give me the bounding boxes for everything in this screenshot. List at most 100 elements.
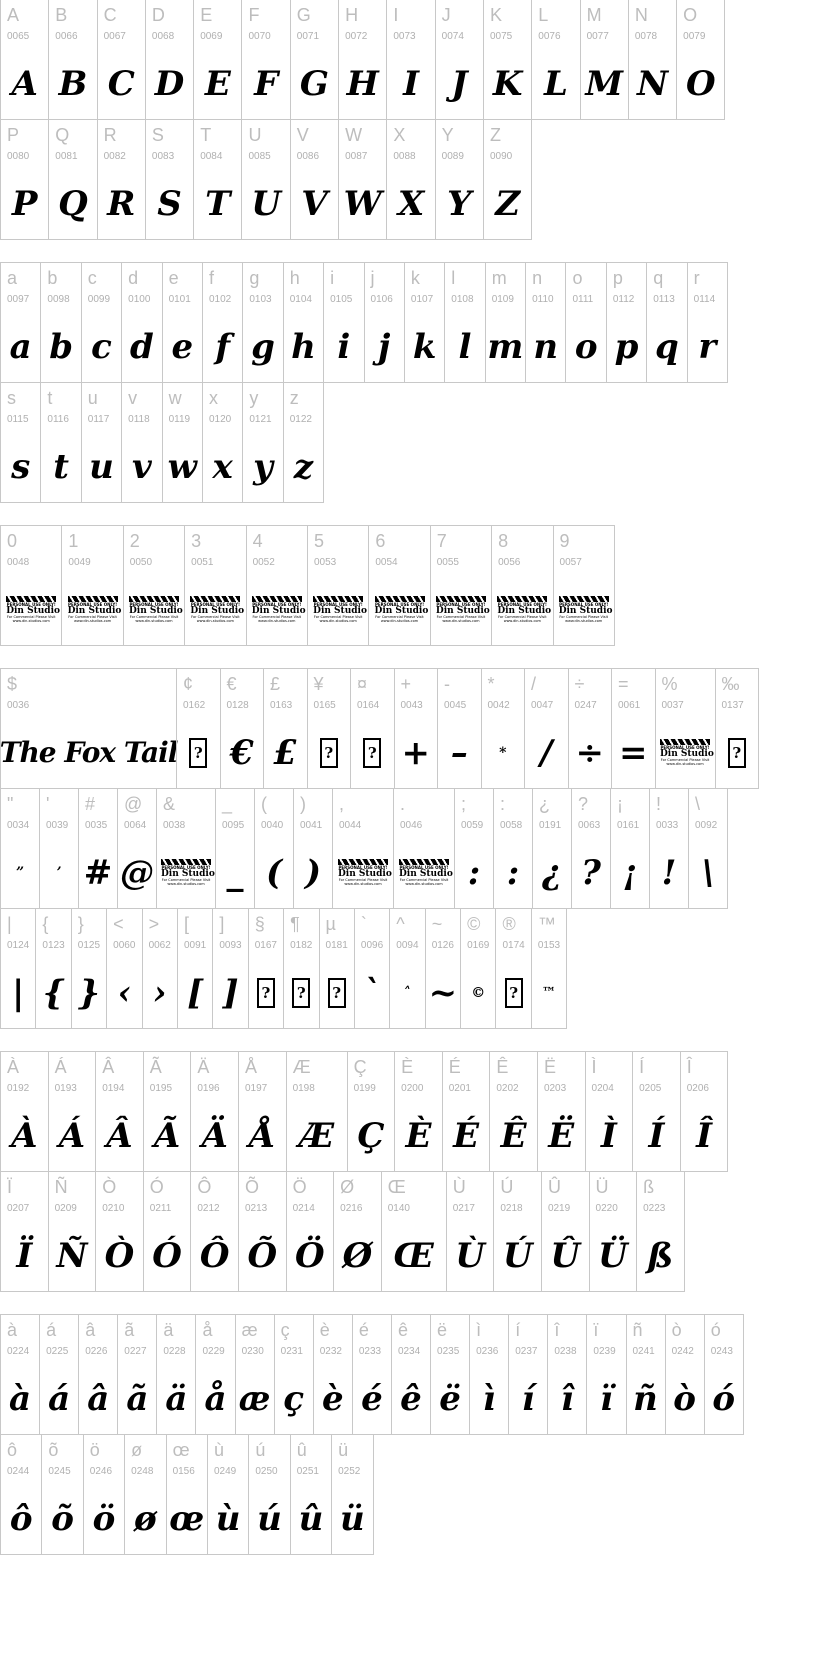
glyph-cell[interactable]: ÷ 0247 ÷ [567,668,612,789]
glyph-cell[interactable]: @0064 @ [117,788,157,909]
glyph-cell[interactable]: ® 0174? [495,908,532,1029]
glyph-cell[interactable]: ? 0063? [571,788,611,909]
glyph-cell[interactable]: ~0126 ~ [424,908,462,1029]
glyph-cell[interactable]: Ò 0210 Ò [95,1171,144,1292]
glyph-cell[interactable]: Û 0219 Û [540,1171,590,1292]
glyph-cell[interactable]: Ü 0220 Ü [588,1171,638,1292]
glyph-cell[interactable]: o 0111 o [565,262,607,383]
glyph-cell[interactable]: ô 0244 ô [0,1434,43,1555]
glyph-cell[interactable]: ü 0252 ü [331,1434,374,1555]
glyph-cell[interactable]: e 0101 e [161,262,203,383]
glyph-cell[interactable]: Ô 0212 Ô [190,1171,239,1292]
glyph-cell[interactable]: D 0068 D [144,0,195,120]
glyph-cell[interactable]: a 0097 a [0,262,42,383]
glyph-cell[interactable]: h 0104 h [282,262,325,383]
glyph-cell[interactable]: Ù 0217 Ù [445,1171,495,1292]
glyph-cell[interactable]: ç 0231 ç [273,1314,314,1435]
glyph-cell[interactable]: " 0034 ” [0,788,40,909]
glyph-cell[interactable]: ê 0234 ê [390,1314,432,1435]
glyph-cell[interactable]: û 0251 û [289,1434,333,1555]
glyph-cell[interactable]: L 0076 L [531,0,581,120]
glyph-cell[interactable]: 5 0053 PERSONAL USE ONLY! Din Studio For Com… [306,525,370,646]
glyph-cell[interactable]: Î 0206 Î [679,1051,729,1172]
glyph-cell[interactable]: O 0079 O [676,0,726,120]
glyph-cell[interactable]: / 0047 / [524,668,569,789]
glyph-cell[interactable]: 4 0052 PERSONAL USE ONLY! Din Studio For Com… [245,525,308,646]
glyph-cell[interactable]: * 0042 * [480,668,525,789]
glyph-cell[interactable]: ¤ 0164? [350,668,395,789]
glyph-cell[interactable]: M 0077 M [579,0,629,120]
glyph-cell[interactable]: P 0080 P [0,119,50,240]
glyph-cell[interactable]: ì 0236 ì [469,1314,510,1435]
glyph-cell[interactable]: Œ 0140 Œ [380,1171,447,1292]
glyph-cell[interactable]: V 0086 V [289,119,340,240]
glyph-cell[interactable]: s 0115 s [0,382,42,503]
glyph-cell[interactable]: ¶ 0182? [283,908,320,1029]
glyph-cell[interactable]: % 0037 PERSONAL USE ONLY! Din Studio For Com… [654,668,716,789]
glyph-cell[interactable]: 1 0049 PERSONAL USE ONLY! Din Studio For Com… [61,525,124,646]
glyph-cell[interactable]: x 0120 x [201,382,244,503]
glyph-cell[interactable]: S 0083 S [144,119,195,240]
glyph-cell[interactable]: ; 0059: [454,788,494,909]
glyph-cell[interactable]: œ 0156 œ [165,1434,208,1555]
glyph-cell[interactable]: n 0110 n [525,262,567,383]
glyph-cell[interactable]: 9 0057 PERSONAL USE ONLY! Din Studio For Com… [552,525,615,646]
glyph-cell[interactable]: z 0122 z [282,382,325,503]
glyph-cell[interactable]: k 0107 k [403,262,446,383]
glyph-cell[interactable]: Ì 0204 Ì [584,1051,634,1172]
glyph-cell[interactable]: Ï 0207 Ï [0,1171,49,1292]
glyph-cell[interactable]: Ç 0199 Ç [346,1051,396,1172]
glyph-cell[interactable]: Ä 0196 Ä [190,1051,239,1172]
glyph-cell[interactable]: r 0114 r [686,262,729,383]
glyph-cell[interactable]: Å 0197 Å [237,1051,287,1172]
glyph-cell[interactable]: t 0116 t [40,382,82,503]
glyph-cell[interactable]: Ã 0195 Ã [142,1051,192,1172]
glyph-cell[interactable]: F 0070 F [241,0,291,120]
glyph-cell[interactable]: - 0045 – [437,668,482,789]
glyph-cell[interactable]: Â 0194 Â [95,1051,144,1172]
glyph-cell[interactable]: & 0038 PERSONAL USE ONLY! Din Studio For Com… [156,788,216,909]
glyph-cell[interactable]: â 0226 â [78,1314,119,1435]
glyph-cell[interactable]: 0 0048 PERSONAL USE ONLY! Din Studio For Com… [0,525,63,646]
glyph-cell[interactable]: , 0044 PERSONAL USE ONLY! Din Studio For Com… [332,788,394,909]
glyph-cell[interactable]: l 0108 l [444,262,486,383]
glyph-cell[interactable]: {0123 { [35,908,72,1029]
glyph-cell[interactable]: Ê 0202 Ê [489,1051,538,1172]
glyph-cell[interactable]: #0035 # [78,788,118,909]
glyph-cell[interactable]: R 0082 R [96,119,146,240]
glyph-cell[interactable]: +0043 + [393,668,438,789]
glyph-cell[interactable]: Í 0205 Í [632,1051,681,1172]
glyph-cell[interactable]: § 0167? [247,908,285,1029]
glyph-cell[interactable]: ¡ 0161 ¡ [610,788,650,909]
glyph-cell[interactable]: ] 0093] [212,908,249,1029]
glyph-cell[interactable]: : 0058: [493,788,533,909]
glyph-cell[interactable]: Ø 0216 Ø [333,1171,382,1292]
glyph-cell[interactable]: 7 0055 PERSONAL USE ONLY! Din Studio For Com… [429,525,493,646]
glyph-cell[interactable]: î 0238 î [547,1314,588,1435]
glyph-cell[interactable]: J 0074 J [434,0,484,120]
glyph-cell[interactable]: C 0067 C [96,0,146,120]
glyph-cell[interactable]: À 0192 À [0,1051,49,1172]
glyph-cell[interactable]: ¢ 0162? [176,668,221,789]
glyph-cell[interactable]: Y 0089 Y [434,119,484,240]
glyph-cell[interactable]: 2 0050 PERSONAL USE ONLY! Din Studio For Com… [122,525,186,646]
glyph-cell[interactable]: ä 0228 ä [156,1314,197,1435]
glyph-cell[interactable]: ' 0039 ’ [39,788,79,909]
glyph-cell[interactable]: (0040 ( [254,788,294,909]
glyph-cell[interactable]: ï 0239 ï [586,1314,627,1435]
glyph-cell[interactable]: æ 0230 æ [234,1314,275,1435]
glyph-cell[interactable]: å 0229 å [195,1314,236,1435]
glyph-cell[interactable]: [0091 [ [176,908,214,1029]
glyph-cell[interactable]: N 0078 N [627,0,678,120]
glyph-cell[interactable]: ß 0223 ß [636,1171,685,1292]
glyph-cell[interactable]: ã 0227 ã [117,1314,158,1435]
glyph-cell[interactable]: _ 0095 _ [215,788,255,909]
glyph-cell[interactable]: £0163 £ [263,668,308,789]
glyph-cell[interactable]: €0128 € [219,668,264,789]
glyph-cell[interactable]: \ 0092 \ [688,788,728,909]
glyph-cell[interactable]: v 0118 v [121,382,163,503]
glyph-cell[interactable]: G 0071 G [289,0,340,120]
glyph-cell[interactable]: ‰ 0137? [714,668,759,789]
glyph-cell[interactable]: Z 0090 Z [482,119,533,240]
glyph-cell[interactable]: >0062 › [141,908,178,1029]
